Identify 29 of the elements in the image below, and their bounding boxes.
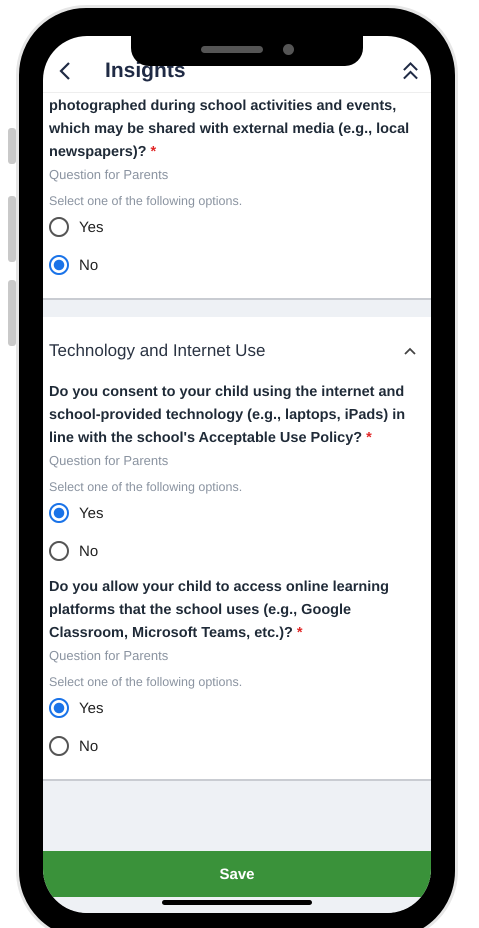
radio-button[interactable]: [49, 503, 69, 523]
radio-button[interactable]: [49, 698, 69, 718]
camera-icon: [282, 44, 294, 54]
radio-button[interactable]: [49, 255, 69, 275]
question-text: Do you consent to your child using the internet and school-provided technology (e.g., laptops, iPads) in line with the school's Acceptable Use Policy? *: [49, 383, 406, 448]
section-title: Technology and Internet Use: [49, 341, 266, 361]
question-audience: Question for Parents: [49, 167, 170, 182]
radio-option[interactable]: No: [49, 727, 423, 765]
radio-option[interactable]: Yes: [49, 494, 423, 532]
radio-option[interactable]: No: [49, 246, 423, 284]
question-text: photographed during school activities and events, which may be shared with external media (e.g., local newspapers)? *: [49, 97, 410, 162]
question-audience: Question for Parents: [49, 453, 170, 468]
speaker-icon: [200, 46, 262, 52]
radio-option[interactable]: Yes: [49, 208, 423, 246]
instruction-text: Select one of the following options.: [49, 480, 244, 494]
radio-button[interactable]: [49, 541, 69, 561]
instruction-text: Select one of the following options.: [49, 194, 244, 208]
radio-button[interactable]: [49, 217, 69, 237]
instruction-text: Select one of the following options.: [49, 675, 244, 689]
page-title: Insights: [105, 59, 186, 83]
radio-option[interactable]: No: [49, 532, 423, 570]
chevron-icon[interactable]: [403, 346, 417, 356]
question-audience: Question for Parents: [49, 648, 170, 663]
question-text: Do you allow your child to access online learning platforms that the school uses (e.g., Google Classroom, Microsoft Teams, etc.)? *: [49, 578, 390, 643]
radio-button[interactable]: [49, 736, 69, 756]
radio-option[interactable]: Yes: [49, 689, 423, 727]
save-button[interactable]: Save: [43, 851, 431, 897]
back-icon[interactable]: [59, 61, 71, 81]
collapse-all-icon[interactable]: [402, 61, 419, 81]
